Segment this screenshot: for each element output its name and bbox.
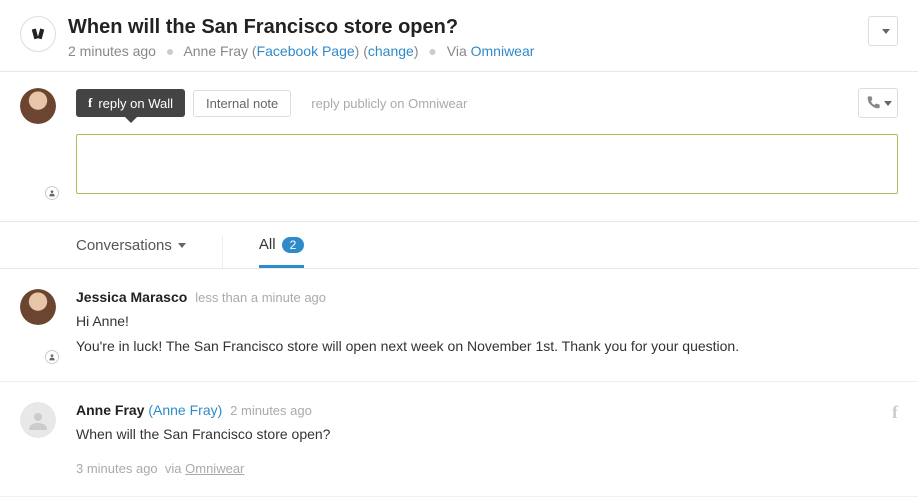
brand-icon [20, 16, 56, 52]
compose-body: f reply on Wall Internal note reply publ… [76, 88, 898, 197]
message-author: Anne Fray [76, 402, 144, 418]
public-reply-hint: reply publicly on Omniwear [311, 96, 467, 111]
message-text: When will the San Francisco store open? [76, 424, 898, 445]
ticket-header: When will the San Francisco store open? … [0, 0, 918, 72]
footer-time: 3 minutes ago [76, 461, 158, 476]
message-time: less than a minute ago [195, 290, 326, 305]
message-avatar [20, 402, 56, 476]
change-link[interactable]: change [368, 43, 414, 59]
requester-name: Anne Fray [183, 43, 248, 59]
reply-on-wall-button[interactable]: f reply on Wall [76, 89, 185, 117]
header-text: When will the San Francisco store open? … [68, 16, 860, 59]
message-text: You're in luck! The San Francisco store … [76, 336, 898, 357]
agent-avatar [20, 88, 56, 197]
header-options-button[interactable] [868, 16, 898, 46]
message-header: Jessica Marasco less than a minute ago [76, 289, 898, 305]
all-count-badge: 2 [282, 237, 305, 253]
compose-section: f reply on Wall Internal note reply publ… [0, 72, 918, 222]
conversations-filter[interactable]: Conversations [76, 236, 223, 268]
facebook-icon: f [88, 95, 92, 111]
ticket-title: When will the San Francisco store open? [68, 16, 860, 39]
filter-bar: Conversations All 2 [0, 222, 918, 269]
phone-icon [865, 95, 881, 111]
message-author-link[interactable]: (Anne Fray) [148, 402, 222, 418]
ticket-time: 2 minutes ago [68, 43, 156, 59]
compose-actions: f reply on Wall Internal note reply publ… [76, 88, 898, 118]
footer-via: Omniwear [185, 461, 244, 476]
reply-wall-label: reply on Wall [98, 96, 173, 111]
facebook-icon: f [892, 402, 898, 423]
avatar-image [20, 88, 56, 124]
all-label: All [259, 236, 276, 253]
message-time: 2 minutes ago [230, 403, 312, 418]
chevron-down-icon [884, 101, 892, 106]
channel-link[interactable]: Facebook Page [257, 43, 355, 59]
message-item: Jessica Marasco less than a minute ago H… [0, 269, 918, 382]
avatar-badge-icon [45, 350, 59, 364]
avatar-badge-icon [45, 186, 59, 200]
separator-dot: ● [166, 43, 174, 59]
via-prefix: Via [447, 43, 467, 59]
message-item: Anne Fray (Anne Fray) 2 minutes ago When… [0, 382, 918, 497]
conversations-label: Conversations [76, 237, 172, 254]
message-footer: 3 minutes ago via Omniwear [76, 461, 898, 476]
internal-note-button[interactable]: Internal note [193, 90, 291, 117]
separator-dot: ● [428, 43, 436, 59]
message-author: Jessica Marasco [76, 289, 187, 305]
message-greeting: Hi Anne! [76, 311, 898, 332]
avatar-image [20, 402, 56, 438]
message-body: Jessica Marasco less than a minute ago H… [76, 289, 898, 361]
avatar-image [20, 289, 56, 325]
user-icon [26, 408, 50, 432]
call-button[interactable] [858, 88, 898, 118]
all-tab[interactable]: All 2 [259, 236, 304, 268]
chevron-down-icon [882, 29, 890, 34]
message-header: Anne Fray (Anne Fray) 2 minutes ago [76, 402, 898, 418]
message-body: Anne Fray (Anne Fray) 2 minutes ago When… [76, 402, 898, 476]
header-meta: 2 minutes ago ● Anne Fray (Facebook Page… [68, 43, 860, 59]
chevron-down-icon [178, 243, 186, 248]
reply-textarea[interactable] [76, 134, 898, 194]
via-link[interactable]: Omniwear [471, 43, 535, 59]
message-avatar [20, 289, 56, 361]
